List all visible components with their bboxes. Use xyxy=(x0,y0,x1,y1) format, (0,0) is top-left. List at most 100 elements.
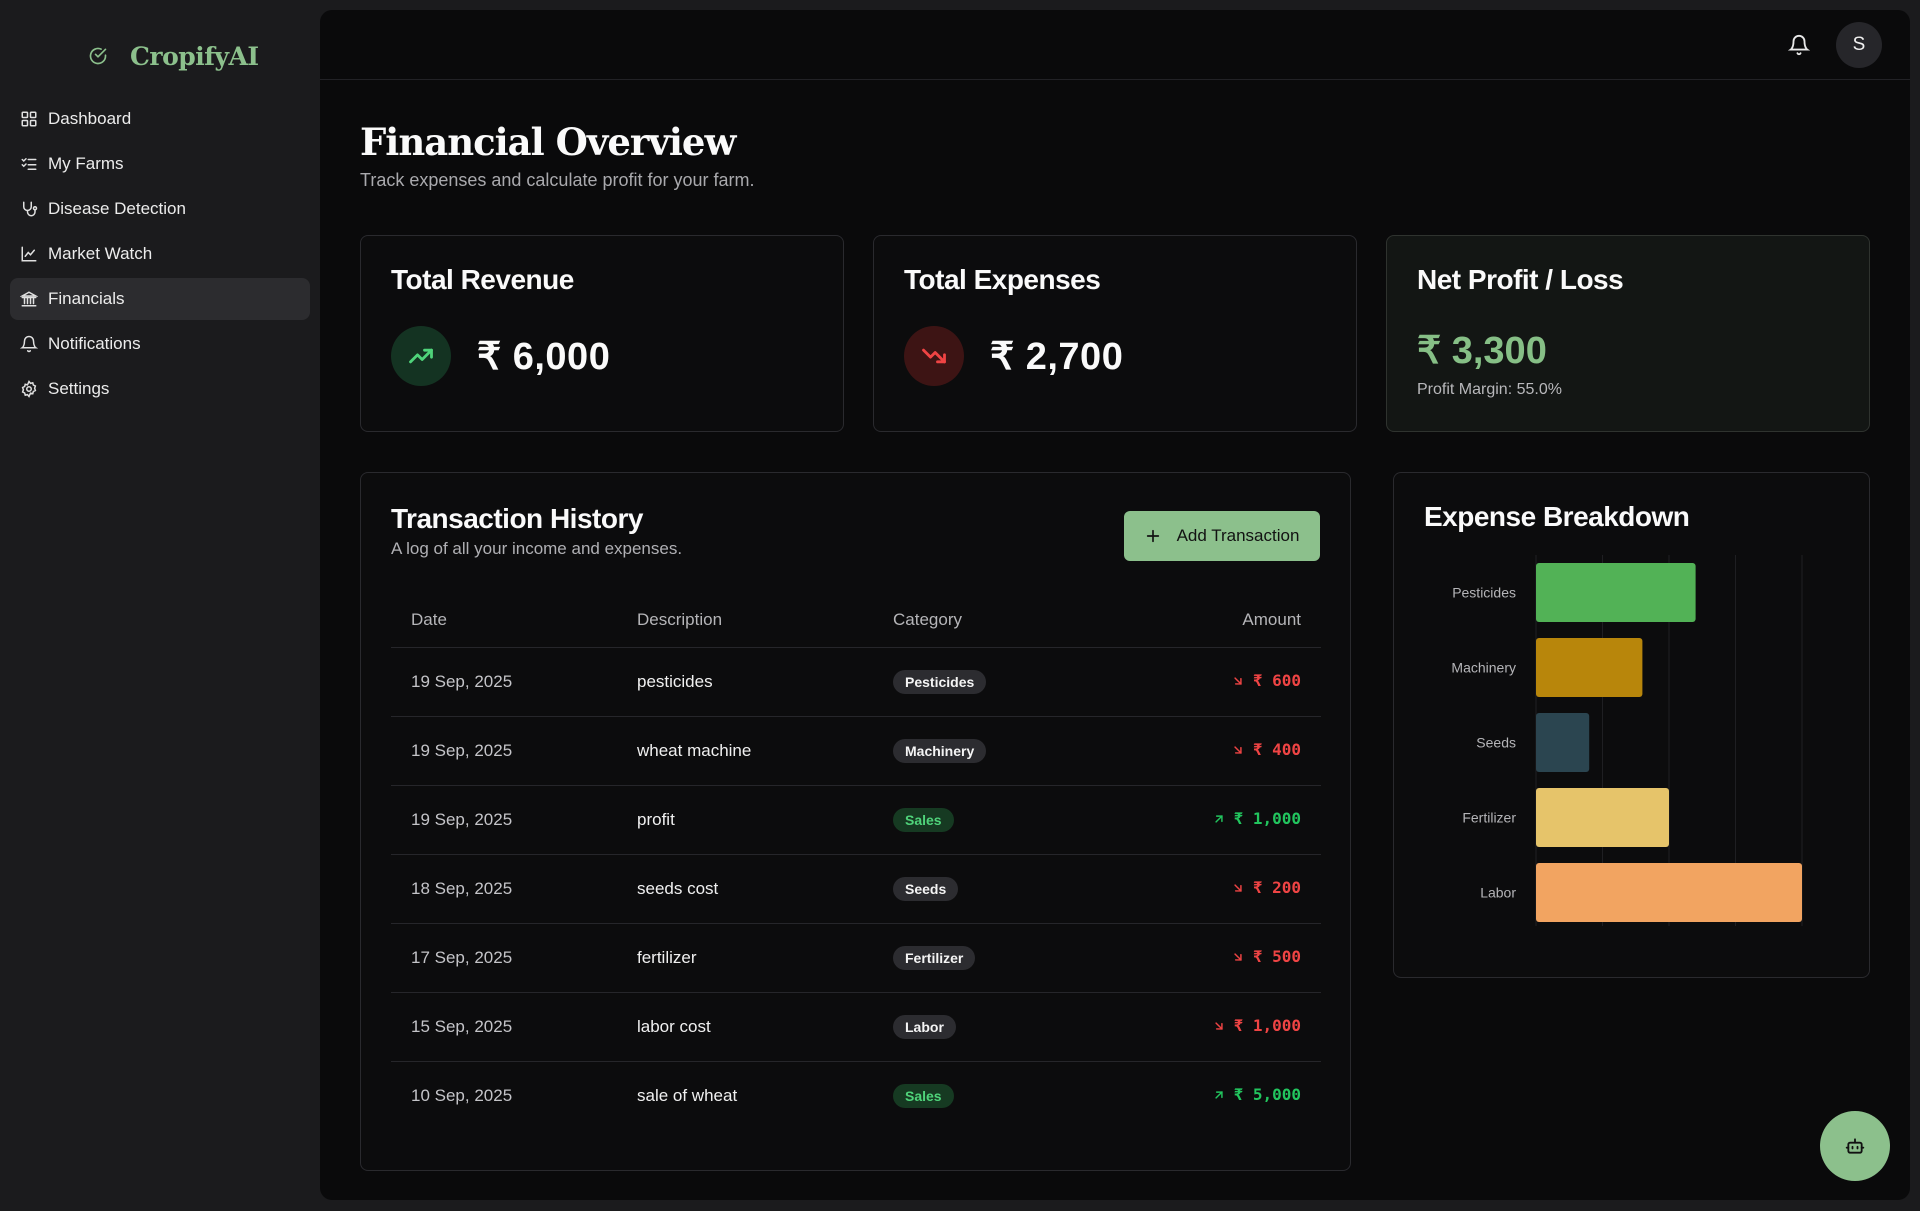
sidebar-item-label: Dashboard xyxy=(48,109,132,128)
category-badge: Labor xyxy=(893,1015,956,1039)
row-amount: ₹ 5,000 xyxy=(1113,1062,1321,1131)
row-category: Seeds xyxy=(873,854,1113,924)
tick-label-fertilizer: Fertilizer xyxy=(1462,810,1516,826)
row-category: Fertilizer xyxy=(873,923,1113,993)
sidebar-item-dashboard[interactable]: Dashboard xyxy=(10,98,310,140)
bell-icon xyxy=(20,335,38,353)
row-description: profit xyxy=(617,785,873,855)
total-revenue-value: ₹ 6,000 xyxy=(477,336,611,378)
row-category: Pesticides xyxy=(873,647,1113,717)
transaction-history-card: Transaction History A log of all your in… xyxy=(360,472,1351,1171)
page-title: Financial Overview xyxy=(360,120,736,164)
row-category: Sales xyxy=(873,1062,1113,1131)
category-badge: Pesticides xyxy=(893,670,987,694)
list-checks-icon xyxy=(21,158,37,170)
tick-label-machinery: Machinery xyxy=(1451,660,1516,676)
sidebar-item-settings[interactable]: Settings xyxy=(10,368,310,410)
sidebar-item-my-farms[interactable]: My Farms xyxy=(10,143,310,185)
sidebar-item-notifications[interactable]: Notifications xyxy=(10,323,310,365)
row-category: Machinery xyxy=(873,716,1113,786)
arrow-down-right-icon xyxy=(1234,746,1242,754)
card-subtitle: A log of all your income and expenses. xyxy=(391,539,683,558)
arrow-down-right-icon xyxy=(1234,677,1242,685)
table-row: 17 Sep, 2025 fertilizer Fertilizer ₹ 500 xyxy=(391,923,1321,993)
column-category: Category xyxy=(873,593,1113,648)
sidebar-nav: Dashboard My Farms Disease Detection Mar… xyxy=(10,98,310,413)
grid-icon xyxy=(21,111,37,127)
expense-breakdown-card: Expense Breakdown Pesticides Machinery See… xyxy=(1393,472,1870,978)
sidebar-item-label: Settings xyxy=(48,379,110,398)
table-row: 19 Sep, 2025 pesticides Pesticides ₹ 600 xyxy=(391,647,1321,717)
category-badge: Fertilizer xyxy=(893,946,976,970)
row-date: 15 Sep, 2025 xyxy=(391,992,617,1062)
column-description: Description xyxy=(617,593,873,648)
amount-value: ₹ 600 xyxy=(1252,671,1301,691)
bank-icon xyxy=(20,291,38,307)
category-badge: Machinery xyxy=(893,739,987,763)
avatar[interactable]: S xyxy=(1836,22,1882,68)
check-circle-icon xyxy=(89,47,107,65)
bar-seeds[interactable] xyxy=(1536,713,1590,772)
sidebar-item-label: Financials xyxy=(48,289,125,308)
tick-label-labor: Labor xyxy=(1480,885,1516,901)
tick-label-seeds: Seeds xyxy=(1476,735,1516,751)
amount-value: ₹ 5,000 xyxy=(1233,1085,1301,1105)
chatbot-button[interactable] xyxy=(1820,1111,1890,1181)
card-title: Net Profit / Loss xyxy=(1417,264,1624,295)
card-title: Total Expenses xyxy=(904,264,1101,295)
main-content: S Financial Overview Track expenses and … xyxy=(320,10,1910,1200)
table-row: 19 Sep, 2025 profit Sales ₹ 1,000 xyxy=(391,785,1321,855)
profit-margin: Profit Margin: 55.0% xyxy=(1417,381,1562,398)
sidebar-item-label: Disease Detection xyxy=(48,199,186,218)
total-revenue-card: Total Revenue ₹ 6,000 xyxy=(360,235,844,432)
row-description: fertilizer xyxy=(617,923,873,993)
arrow-down-right-icon xyxy=(1234,884,1242,892)
amount-value: ₹ 500 xyxy=(1252,947,1301,967)
bar-labor[interactable] xyxy=(1536,863,1802,922)
sidebar-item-market-watch[interactable]: Market Watch xyxy=(10,233,310,275)
bar-pesticides[interactable] xyxy=(1536,563,1696,622)
amount-value: ₹ 400 xyxy=(1252,740,1301,760)
bot-icon xyxy=(1845,1138,1865,1154)
total-expenses-value: ₹ 2,700 xyxy=(990,336,1124,378)
bell-icon[interactable] xyxy=(1788,34,1810,56)
column-date: Date xyxy=(391,593,617,648)
table-row: 15 Sep, 2025 labor cost Labor ₹ 1,000 xyxy=(391,992,1321,1062)
row-amount: ₹ 500 xyxy=(1113,923,1321,993)
row-date: 17 Sep, 2025 xyxy=(391,923,617,993)
row-category: Sales xyxy=(873,785,1113,855)
arrow-up-right-icon xyxy=(1214,1091,1223,1099)
bar-machinery[interactable] xyxy=(1536,638,1643,697)
line-chart-icon xyxy=(21,246,37,262)
row-description: seeds cost xyxy=(617,854,873,924)
gear-icon xyxy=(21,380,37,398)
top-bar: S xyxy=(320,10,1910,80)
trending-up-icon xyxy=(391,326,451,386)
table-row: 10 Sep, 2025 sale of wheat Sales ₹ 5,000 xyxy=(391,1062,1321,1131)
expense-chart: Pesticides Machinery Seeds Fertilizer Labor xyxy=(1451,555,1803,926)
sidebar-item-label: My Farms xyxy=(48,154,124,173)
stethoscope-icon xyxy=(23,201,38,217)
category-badge: Seeds xyxy=(893,877,959,901)
row-amount: ₹ 1,000 xyxy=(1113,785,1321,855)
row-description: wheat machine xyxy=(617,716,873,786)
brand[interactable]: CropifyAI xyxy=(88,36,259,76)
plus-icon xyxy=(1146,529,1159,543)
category-badge: Sales xyxy=(893,1084,954,1108)
row-description: labor cost xyxy=(617,992,873,1062)
row-date: 19 Sep, 2025 xyxy=(391,647,617,717)
add-transaction-button[interactable]: Add Transaction xyxy=(1124,511,1320,561)
row-amount: ₹ 1,000 xyxy=(1113,992,1321,1062)
brand-name: CropifyAI xyxy=(130,41,259,71)
trending-down-icon xyxy=(904,326,964,386)
table-row: 19 Sep, 2025 wheat machine Machinery ₹ 400 xyxy=(391,716,1321,786)
sidebar-item-disease-detection[interactable]: Disease Detection xyxy=(10,188,310,230)
row-amount: ₹ 200 xyxy=(1113,854,1321,924)
sidebar-item-financials[interactable]: Financials xyxy=(10,278,310,320)
row-amount: ₹ 400 xyxy=(1113,716,1321,786)
amount-value: ₹ 1,000 xyxy=(1233,809,1301,829)
arrow-up-right-icon xyxy=(1214,815,1223,823)
table-row: 18 Sep, 2025 seeds cost Seeds ₹ 200 xyxy=(391,854,1321,924)
bar-fertilizer[interactable] xyxy=(1536,788,1669,847)
add-transaction-label: Add Transaction xyxy=(1176,526,1300,545)
